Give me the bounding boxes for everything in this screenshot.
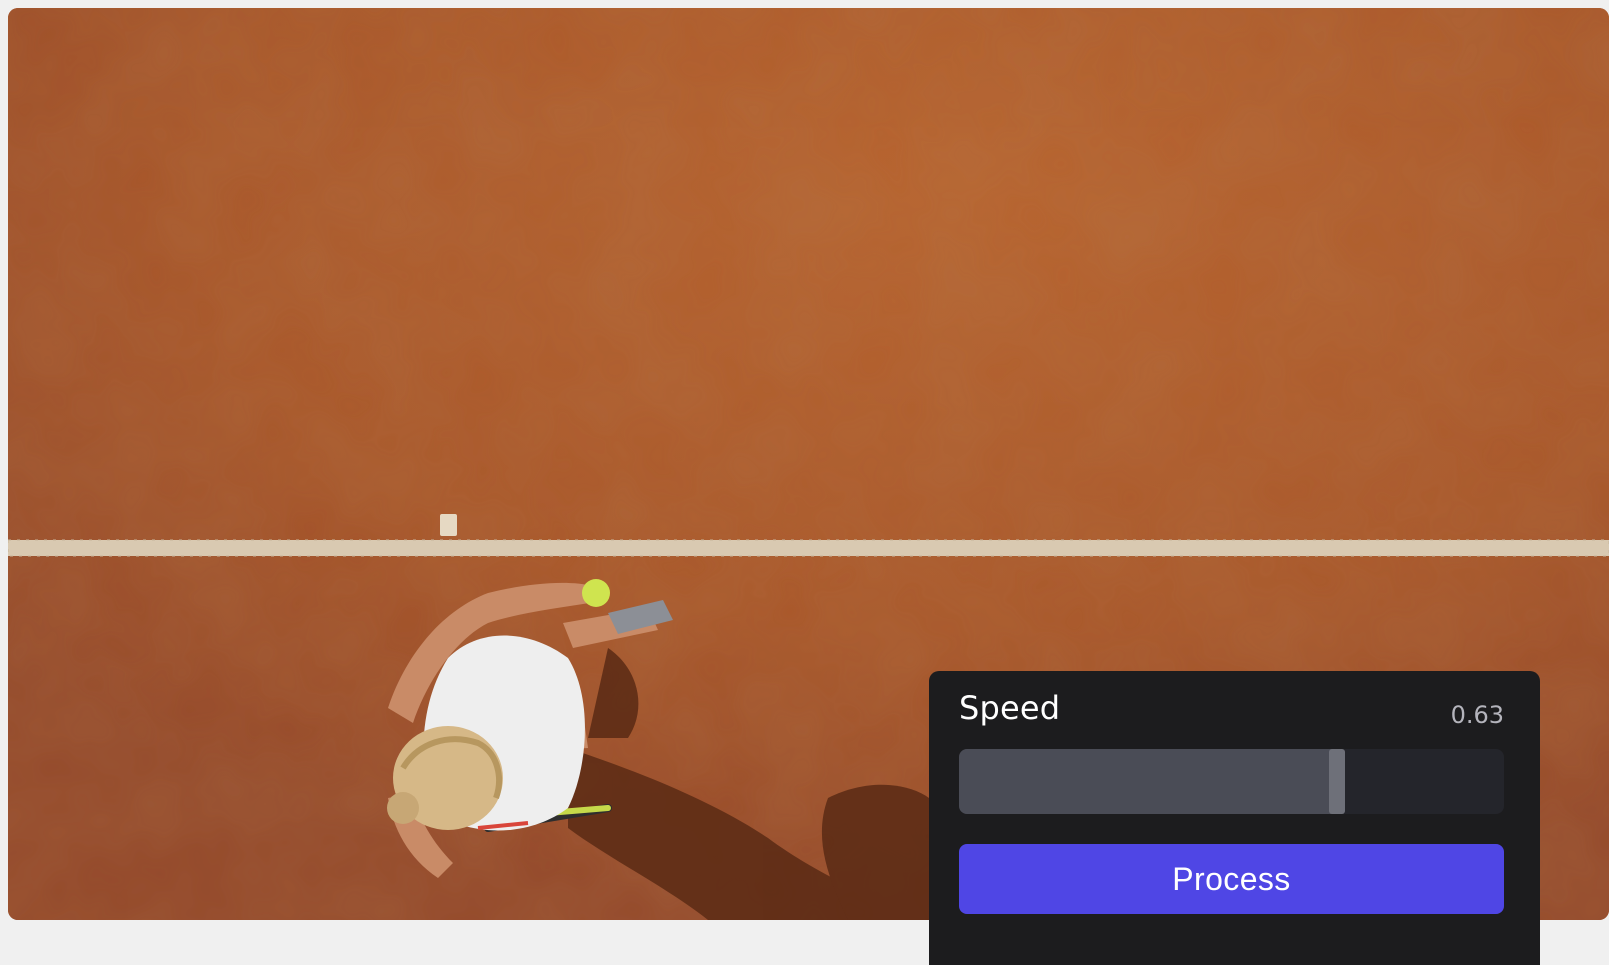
speed-label: Speed — [959, 689, 1061, 727]
speed-slider[interactable] — [959, 749, 1504, 814]
speed-slider-thumb[interactable] — [1329, 749, 1345, 814]
speed-value: 0.63 — [1450, 701, 1504, 729]
speed-slider-fill — [959, 749, 1337, 814]
process-button[interactable]: Process — [959, 844, 1504, 914]
app-stage: Speed 0.63 Process — [0, 0, 1609, 965]
processing-panel: Speed 0.63 Process — [929, 671, 1540, 965]
